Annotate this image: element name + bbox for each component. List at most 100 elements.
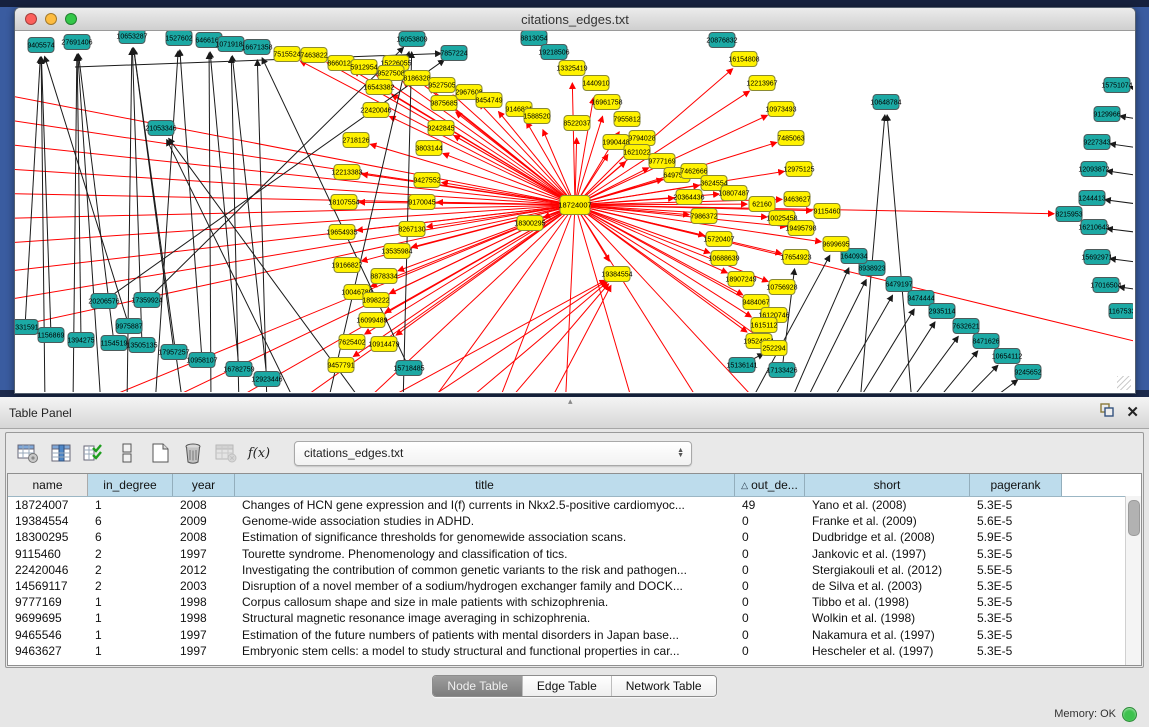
graph-node[interactable]: 10688639 xyxy=(708,251,739,266)
column-header-in_degree[interactable]: in_degree xyxy=(88,474,173,496)
graph-node[interactable]: 15751074 xyxy=(1101,78,1132,93)
graph-node[interactable]: 13325419 xyxy=(556,61,587,76)
graph-node[interactable]: 10653287 xyxy=(116,31,147,44)
graph-node[interactable]: 9129966 xyxy=(1093,107,1120,122)
graph-node[interactable]: 17359924 xyxy=(131,293,162,308)
graph-node[interactable]: 20364436 xyxy=(673,190,704,205)
graph-node[interactable]: 8186328 xyxy=(403,71,430,86)
graph-node[interactable]: 18300295 xyxy=(514,216,545,231)
table-row[interactable]: 1830029562008Estimation of significance … xyxy=(8,529,1141,545)
delete-table-button[interactable] xyxy=(214,441,238,465)
graph-node[interactable]: 13535984 xyxy=(381,244,412,259)
graph-node[interactable]: 8813054 xyxy=(520,31,547,46)
new-column-button[interactable] xyxy=(148,441,172,465)
tab-edge-table[interactable]: Edge Table xyxy=(522,676,611,696)
graph-node[interactable]: 10973493 xyxy=(765,102,796,117)
graph-node[interactable]: 1156869 xyxy=(38,328,65,343)
graph-node[interactable]: 19495798 xyxy=(785,221,816,236)
graph-node[interactable]: 8878334 xyxy=(370,269,397,284)
graph-node[interactable]: 19166827 xyxy=(331,258,362,273)
graph-node[interactable]: 10654112 xyxy=(992,349,1023,364)
graph-node[interactable]: 17957257 xyxy=(158,345,189,360)
graph-node[interactable]: 17654923 xyxy=(780,250,811,265)
table-mode-button[interactable] xyxy=(16,441,40,465)
table-row[interactable]: 977716911998Corpus callosum shape and si… xyxy=(8,594,1141,610)
tab-network-table[interactable]: Network Table xyxy=(611,676,716,696)
graph-node[interactable]: 16782759 xyxy=(223,362,254,377)
table-row[interactable]: 946362711997Embryonic stem cells: a mode… xyxy=(8,643,1141,659)
graph-node[interactable]: 20206576 xyxy=(88,294,119,309)
graph-node[interactable]: 12975125 xyxy=(783,162,814,177)
graph-node[interactable]: 27691406 xyxy=(61,35,92,50)
network-canvas[interactable]: 9405574276914061065328715276026466160107… xyxy=(15,31,1133,392)
graph-node[interactable]: 15692971 xyxy=(1081,250,1112,265)
panel-collapse-handle[interactable]: ▴ xyxy=(568,396,573,407)
graph-node[interactable]: 16053809 xyxy=(396,32,427,47)
vertical-scrollbar[interactable] xyxy=(1125,496,1141,665)
window-title-bar[interactable]: citations_edges.txt xyxy=(15,8,1135,31)
select-check-button[interactable] xyxy=(82,441,106,465)
graph-node[interactable]: 12923446 xyxy=(251,372,282,387)
graph-node[interactable]: 1394275 xyxy=(67,333,94,348)
graph-node[interactable]: 1621022 xyxy=(623,145,650,160)
graph-node[interactable]: 16543382 xyxy=(363,80,394,95)
graph-node[interactable]: 9474444 xyxy=(907,291,934,306)
graph-node[interactable]: 3803144 xyxy=(415,141,442,156)
graph-node[interactable]: 1527602 xyxy=(165,31,192,46)
graph-node[interactable]: 1244413 xyxy=(1078,191,1105,206)
graph-node[interactable]: 15718485 xyxy=(393,361,424,376)
table-row[interactable]: 911546021997Tourette syndrome. Phenomeno… xyxy=(8,546,1141,562)
graph-node[interactable]: 9331591 xyxy=(15,320,39,335)
graph-node[interactable]: 62160 xyxy=(749,197,775,212)
graph-node[interactable]: 7857224 xyxy=(440,46,467,61)
graph-node[interactable]: 6479197 xyxy=(885,277,912,292)
close-panel-icon[interactable]: ✕ xyxy=(1126,406,1139,420)
graph-node[interactable]: 7955812 xyxy=(613,112,640,127)
graph-node[interactable]: 2935114 xyxy=(929,304,956,319)
graph-node[interactable]: 9170045 xyxy=(408,195,435,210)
graph-node[interactable]: 10958107 xyxy=(186,353,217,368)
graph-node[interactable]: 22420046 xyxy=(360,103,391,118)
graph-node[interactable]: 17016504 xyxy=(1090,278,1121,293)
graph-node[interactable]: 10914479 xyxy=(368,337,399,352)
resize-grip[interactable] xyxy=(1117,376,1131,390)
graph-node[interactable]: 16671358 xyxy=(241,40,272,55)
graph-node[interactable]: 16154808 xyxy=(728,52,759,67)
graph-node[interactable]: 1440910 xyxy=(582,76,609,91)
table-row[interactable]: 1938455462009Genome-wide association stu… xyxy=(8,513,1141,529)
graph-node[interactable]: 7625402 xyxy=(338,335,365,350)
graph-node[interactable]: 7632621 xyxy=(952,319,979,334)
graph-node[interactable]: 9115460 xyxy=(814,204,841,219)
graph-node[interactable]: 8454749 xyxy=(475,93,502,108)
column-visibility-button[interactable] xyxy=(49,441,73,465)
graph-node[interactable]: 18724007 xyxy=(558,196,591,215)
graph-node[interactable]: 19654935 xyxy=(326,225,357,240)
delete-button[interactable] xyxy=(181,441,205,465)
graph-node[interactable]: 2718126 xyxy=(342,133,369,148)
graph-node[interactable]: 252294 xyxy=(761,341,787,356)
graph-node[interactable]: 9975887 xyxy=(115,319,142,334)
graph-node[interactable]: 16961758 xyxy=(591,95,622,110)
scrollbar-thumb[interactable] xyxy=(1128,500,1140,536)
graph-node[interactable]: 1615112 xyxy=(751,318,778,333)
graph-node[interactable]: 10807487 xyxy=(718,186,749,201)
graph-node[interactable]: 10648784 xyxy=(870,95,901,110)
table-row[interactable]: 2242004622012Investigating the contribut… xyxy=(8,562,1141,578)
graph-node[interactable]: 16210643 xyxy=(1078,220,1109,235)
graph-node[interactable]: 9699695 xyxy=(822,237,849,252)
graph-node[interactable]: 18907249 xyxy=(725,272,756,287)
graph-node[interactable]: 5912954 xyxy=(350,60,377,75)
graph-node[interactable]: 15136141 xyxy=(726,358,757,373)
graph-node[interactable]: 9794028 xyxy=(628,131,655,146)
graph-node[interactable]: 12213383 xyxy=(331,165,362,180)
graph-node[interactable]: 1154519 xyxy=(101,336,128,351)
graph-node[interactable]: 8471626 xyxy=(972,334,999,349)
float-panel-icon[interactable] xyxy=(1100,403,1114,422)
graph-node[interactable]: 10756928 xyxy=(766,280,797,295)
graph-node[interactable]: 8215953 xyxy=(1055,207,1082,222)
function-builder-button[interactable]: f(x) xyxy=(247,441,271,465)
graph-node[interactable]: 19218506 xyxy=(538,45,569,60)
graph-node[interactable]: 9777169 xyxy=(648,154,675,169)
graph-node[interactable]: 9427552 xyxy=(413,173,440,188)
graph-node[interactable]: 18107554 xyxy=(328,195,359,210)
